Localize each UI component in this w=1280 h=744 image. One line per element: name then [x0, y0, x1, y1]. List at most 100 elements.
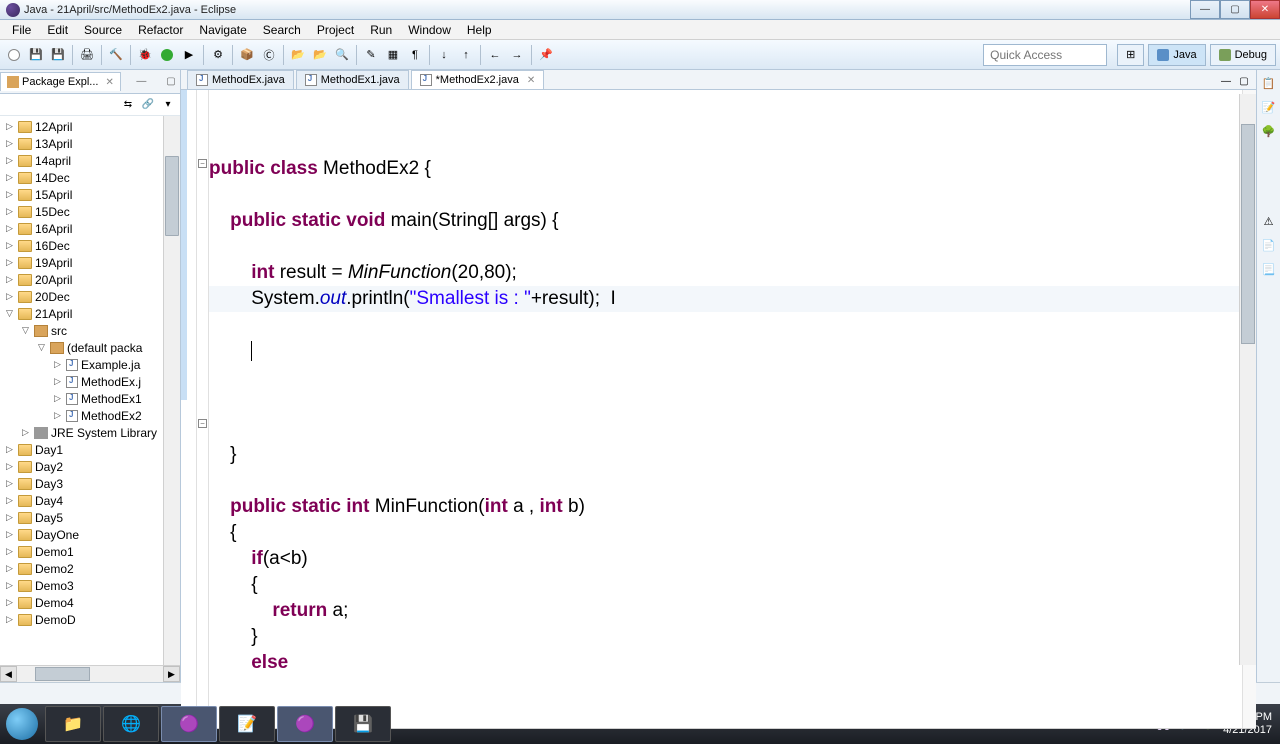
menu-window[interactable]: Window: [400, 21, 459, 39]
maximize-button[interactable]: ▢: [1220, 0, 1250, 19]
menu-edit[interactable]: Edit: [39, 21, 76, 39]
tree-label: 15Dec: [35, 205, 70, 219]
minimize-editor-icon[interactable]: —: [1218, 73, 1234, 89]
debug-button[interactable]: 🐞: [135, 45, 155, 65]
open-task-button[interactable]: 📂: [310, 45, 330, 65]
taskbar-notepad[interactable]: 📝: [219, 706, 275, 742]
tree-label: Example.ja: [81, 358, 140, 372]
library-icon: [34, 427, 48, 439]
open-perspective-button[interactable]: ⊞: [1117, 44, 1144, 66]
menu-source[interactable]: Source: [76, 21, 130, 39]
perspective-java[interactable]: Java: [1148, 44, 1205, 66]
package-explorer-label: Package Expl...: [22, 76, 98, 88]
view-menu-button[interactable]: ▾: [160, 97, 176, 113]
menu-bar: File Edit Source Refactor Navigate Searc…: [0, 20, 1280, 40]
project-tree[interactable]: ▷12April ▷13April ▷14april ▷14Dec ▷15Apr…: [0, 116, 180, 665]
package-explorer-tab[interactable]: Package Expl... ✕: [0, 72, 121, 91]
next-annotation-button[interactable]: ↓: [434, 45, 454, 65]
menu-run[interactable]: Run: [362, 21, 400, 39]
declaration-view-icon[interactable]: 📃: [1260, 260, 1278, 278]
new-button[interactable]: [4, 45, 24, 65]
quick-access-input[interactable]: [983, 44, 1107, 66]
close-view-icon[interactable]: ✕: [105, 77, 113, 88]
taskbar-explorer[interactable]: 📁: [45, 706, 101, 742]
back-button[interactable]: ←: [485, 45, 505, 65]
menu-help[interactable]: Help: [459, 21, 500, 39]
tab-label: MethodEx.java: [212, 74, 285, 86]
forward-button[interactable]: →: [507, 45, 527, 65]
annotation-ruler[interactable]: [181, 90, 197, 728]
separator: [232, 45, 233, 65]
coverage-button[interactable]: ▶: [179, 45, 199, 65]
separator: [531, 45, 532, 65]
minimize-view-icon[interactable]: —: [134, 75, 148, 89]
menu-navigate[interactable]: Navigate: [191, 21, 254, 39]
save-all-button[interactable]: 💾: [48, 45, 68, 65]
problems-view-icon[interactable]: ⚠: [1260, 212, 1278, 230]
package-icon: [7, 76, 19, 88]
taskbar-chrome[interactable]: 🌐: [103, 706, 159, 742]
tree-label: Demo4: [35, 596, 74, 610]
close-button[interactable]: ✕: [1250, 0, 1280, 19]
open-type-button[interactable]: 📂: [288, 45, 308, 65]
separator: [480, 45, 481, 65]
window-title: Java - 21April/src/MethodEx2.java - Ecli…: [24, 4, 236, 16]
new-class-button[interactable]: Ⓒ: [259, 45, 279, 65]
tree-label: MethodEx.j: [81, 375, 141, 389]
taskbar-app[interactable]: 💾: [335, 706, 391, 742]
fold-toggle-icon[interactable]: −: [198, 419, 207, 428]
taskbar-eclipse2[interactable]: 🟣: [277, 706, 333, 742]
print-button[interactable]: 🖨: [77, 45, 97, 65]
maximize-editor-icon[interactable]: ▢: [1236, 73, 1252, 89]
folding-ruler[interactable]: − −: [197, 90, 209, 728]
tree-label: Day4: [35, 494, 63, 508]
search-button[interactable]: 🔍: [332, 45, 352, 65]
show-whitespace-button[interactable]: ¶: [405, 45, 425, 65]
new-package-button[interactable]: 📦: [237, 45, 257, 65]
menu-project[interactable]: Project: [309, 21, 362, 39]
outline-view-icon[interactable]: 📋: [1260, 74, 1278, 92]
link-editor-button[interactable]: 🔗: [140, 97, 156, 113]
taskbar-eclipse[interactable]: 🟣: [161, 706, 217, 742]
start-button[interactable]: [0, 704, 44, 744]
tree-vertical-scrollbar[interactable]: [163, 116, 180, 665]
build-button[interactable]: 🔨: [106, 45, 126, 65]
separator: [429, 45, 430, 65]
tree-label: Day2: [35, 460, 63, 474]
separator: [356, 45, 357, 65]
editor-tab-methodex[interactable]: MethodEx.java: [187, 70, 294, 89]
tree-horizontal-scrollbar[interactable]: ◀▶: [0, 665, 180, 682]
window-title-bar: Java - 21April/src/MethodEx2.java - Ecli…: [0, 0, 1280, 20]
collapse-all-button[interactable]: ⇆: [120, 97, 136, 113]
separator: [72, 45, 73, 65]
close-tab-icon[interactable]: ✕: [527, 75, 535, 86]
code-editor[interactable]: − − public class MethodEx2 { public stat…: [181, 90, 1256, 728]
toggle-mark-button[interactable]: ✎: [361, 45, 381, 65]
ext-tools-button[interactable]: ⚙: [208, 45, 228, 65]
toggle-block-button[interactable]: ▦: [383, 45, 403, 65]
save-button[interactable]: 💾: [26, 45, 46, 65]
maximize-view-icon[interactable]: ▢: [164, 75, 178, 89]
minimize-button[interactable]: —: [1190, 0, 1220, 19]
type-hierarchy-icon[interactable]: 🌳: [1260, 122, 1278, 140]
tasks-view-icon[interactable]: 📝: [1260, 98, 1278, 116]
prev-annotation-button[interactable]: ↑: [456, 45, 476, 65]
editor-tab-methodex2[interactable]: *MethodEx2.java ✕: [411, 70, 545, 89]
menu-file[interactable]: File: [4, 21, 39, 39]
tab-label: *MethodEx2.java: [436, 74, 519, 86]
menu-refactor[interactable]: Refactor: [130, 21, 191, 39]
javadoc-view-icon[interactable]: 📄: [1260, 236, 1278, 254]
tree-label: (default packa: [67, 341, 142, 355]
tree-label: Day3: [35, 477, 63, 491]
editor-tab-methodex1[interactable]: MethodEx1.java: [296, 70, 409, 89]
perspective-debug[interactable]: Debug: [1210, 44, 1276, 66]
menu-search[interactable]: Search: [255, 21, 309, 39]
tree-label: 14april: [35, 154, 71, 168]
fold-toggle-icon[interactable]: −: [198, 159, 207, 168]
code-content[interactable]: public class MethodEx2 { public static v…: [209, 90, 1242, 728]
run-button[interactable]: [157, 45, 177, 65]
pin-button[interactable]: 📌: [536, 45, 556, 65]
quick-access: [983, 44, 1107, 66]
tree-label: Demo1: [35, 545, 74, 559]
tree-label: 20April: [35, 273, 72, 287]
